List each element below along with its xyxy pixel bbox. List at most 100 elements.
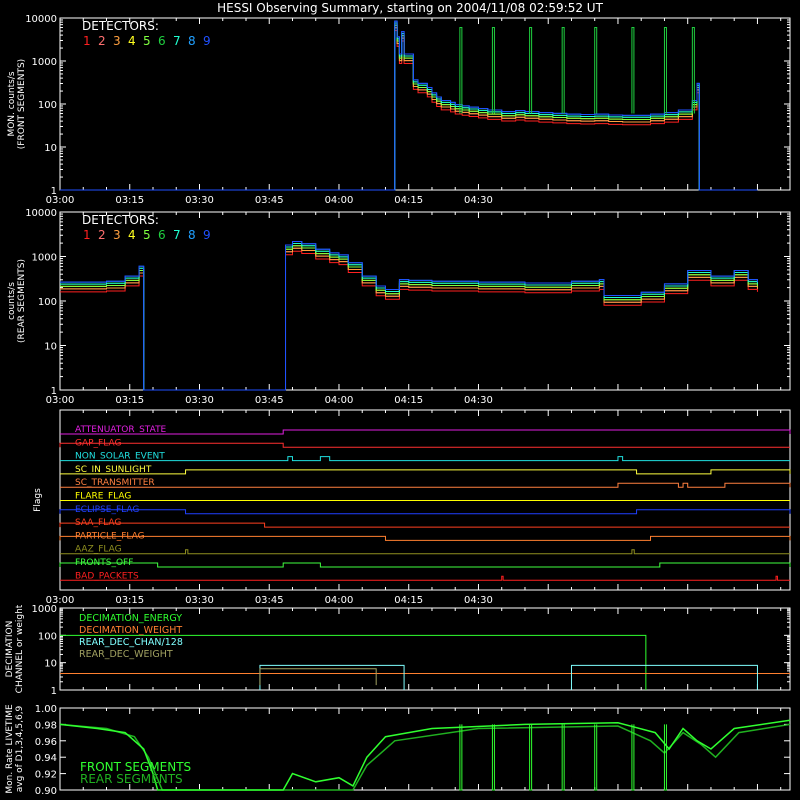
detector-trace-4 <box>60 245 758 391</box>
y-tick-label: 10 <box>44 659 57 670</box>
rate-spike <box>631 27 635 114</box>
front-segments-panel: 03:00 03:15 03:30 03:45 04:00 04:15 04:3011010… <box>7 14 791 206</box>
legend-detector-1: 1 <box>83 34 91 48</box>
series-rear-dec-weight <box>259 668 377 686</box>
flag-trace-attenuator-state <box>60 429 791 435</box>
y-axis-label: (FRONT SEGMENTS) <box>17 59 27 149</box>
y-axis-label: counts/s <box>7 282 17 320</box>
flag-label-non-solar-event: NON_SOLAR_EVENT <box>75 452 165 462</box>
legend-detector-5: 5 <box>143 34 151 48</box>
legend-detector-2: 2 <box>98 34 106 48</box>
flag-trace-saa-flag <box>59 522 790 528</box>
y-tick-label: 1 <box>51 186 57 197</box>
x-tick-label: 03:30 <box>185 195 214 206</box>
legend-detector-4: 4 <box>128 34 136 48</box>
detector-trace-8 <box>60 240 758 391</box>
detector-trace-5 <box>60 24 758 191</box>
legend-detector-7: 7 <box>173 34 181 48</box>
y-axis-label: (REAR SEGMENTS) <box>17 259 27 343</box>
y-tick-label: 0.92 <box>35 770 57 781</box>
y-tick-label: 0.96 <box>35 737 57 748</box>
flag-label-bad-packets: BAD_PACKETS <box>75 571 139 581</box>
y-tick-label: 1000 <box>32 57 57 68</box>
y-tick-label: 1 <box>51 386 57 397</box>
x-tick-label: 03:45 <box>255 195 284 206</box>
legend-detector-3: 3 <box>113 228 121 242</box>
legend-detector-8: 8 <box>188 34 196 48</box>
flag-trace-aaz-flag <box>60 549 790 555</box>
y-axis-label: DECIMATION <box>5 621 15 678</box>
flag-trace-fronts-off <box>59 562 791 568</box>
y-tick-label: 1 <box>51 686 57 697</box>
detector-trace-4 <box>60 24 758 191</box>
flag-label-flare-flag: FLARE_FLAG <box>75 492 131 502</box>
flag-trace-eclipse-flag <box>59 509 791 515</box>
rate-spike <box>491 27 495 114</box>
flag-label-gap-flag: GAP_FLAG <box>75 438 121 448</box>
rear-segments-panel: 03:00 03:15 03:30 03:45 04:00 04:15 04:3011010… <box>7 208 791 406</box>
livetime-dropout <box>594 724 598 791</box>
y-tick-label: 1000 <box>32 253 57 264</box>
x-tick-label: 03:15 <box>115 395 144 406</box>
legend-decimation-weight: DECIMATION_WEIGHT <box>79 625 182 636</box>
flag-label-saa-flag: SAA_FLAG <box>75 518 121 528</box>
legend-title: DETECTORS: <box>82 213 159 227</box>
legend-detector-6: 6 <box>158 228 166 242</box>
rate-spike <box>561 27 565 114</box>
flag-label-fronts-off: FRONTS_OFF <box>75 558 133 568</box>
y-tick-label: 100 <box>38 100 57 111</box>
y-axis-label: CHANNEL or weight <box>15 604 25 693</box>
x-tick-label: 04:30 <box>464 595 493 606</box>
legend-title: DETECTORS: <box>82 19 159 33</box>
x-tick-label: 04:30 <box>464 395 493 406</box>
rear-segments-panel-frame <box>59 211 791 391</box>
y-tick-label: 1000 <box>32 604 57 615</box>
detector-trace-3 <box>60 247 758 391</box>
legend-detector-5: 5 <box>143 228 151 242</box>
legend-detector-6: 6 <box>158 34 166 48</box>
y-tick-label: 10 <box>44 342 57 353</box>
legend-rear-dec-chan-128: REAR_DEC_CHAN/128 <box>79 637 183 648</box>
y-tick-label: 100 <box>38 297 57 308</box>
x-tick-label: 03:30 <box>185 395 214 406</box>
livetime-dropout <box>459 724 463 791</box>
y-axis-label: Mon. Rate LIVETIME <box>5 704 15 794</box>
livetime-dropout <box>663 724 667 791</box>
y-tick-label: 10 <box>44 143 57 154</box>
decimation-panel: 1 10 100 1000 DECIMATION CHANNEL or weight DEC… <box>5 604 791 697</box>
x-tick-label: 04:00 <box>325 395 354 406</box>
y-tick-label: 100 <box>38 631 57 642</box>
x-tick-label: 03:45 <box>255 395 284 406</box>
x-tick-label: 04:00 <box>325 195 354 206</box>
flag-label-particle-flag: PARTICLE_FLAG <box>75 531 145 541</box>
livetime-dropout <box>491 724 495 791</box>
legend-decimation-energy: DECIMATION_ENERGY <box>79 613 182 624</box>
livetime-panel: Mon. Rate LIVETIME avg of D1,3,4,5,6,9 0.9… <box>5 704 791 797</box>
rate-spike <box>459 27 463 114</box>
detector-trace-3 <box>60 27 758 191</box>
detector-trace-9 <box>60 240 758 391</box>
livetime-dropout <box>529 724 533 791</box>
flag-trace-sc-in-sunlight <box>60 469 791 475</box>
x-tick-label: 04:30 <box>464 195 493 206</box>
y-tick-label: 0.90 <box>35 786 57 797</box>
legend-detector-4: 4 <box>128 228 136 242</box>
flag-label-sc-transmitter: SC_TRANSMITTER <box>75 478 155 488</box>
flag-label-attenuator-state: ATTENUATOR_STATE <box>75 425 167 435</box>
x-tick-label: 04:00 <box>325 595 354 606</box>
detector-trace-6 <box>60 22 758 191</box>
x-tick-label: 04:15 <box>394 395 423 406</box>
summary-plot: HESSI Observing Summary, starting on 200… <box>5 1 791 797</box>
flag-trace-gap-flag <box>59 442 790 448</box>
legend-detector-9: 9 <box>203 34 211 48</box>
flag-label-eclipse-flag: ECLIPSE_FLAG <box>75 505 139 515</box>
flags-panel: 03:00 03:15 03:30 03:45 04:00 04:15 04:30Flags… <box>33 409 791 606</box>
livetime-dropout <box>631 724 635 791</box>
x-tick-label: 03:30 <box>185 595 214 606</box>
legend-detector-7: 7 <box>173 228 181 242</box>
y-tick-label: 10000 <box>25 208 57 219</box>
legend-detector-9: 9 <box>203 228 211 242</box>
plot-title: HESSI Observing Summary, starting on 200… <box>217 1 603 15</box>
rate-spike <box>529 27 533 114</box>
legend-rear-dec-weight: REAR_DEC_WEIGHT <box>79 649 173 660</box>
